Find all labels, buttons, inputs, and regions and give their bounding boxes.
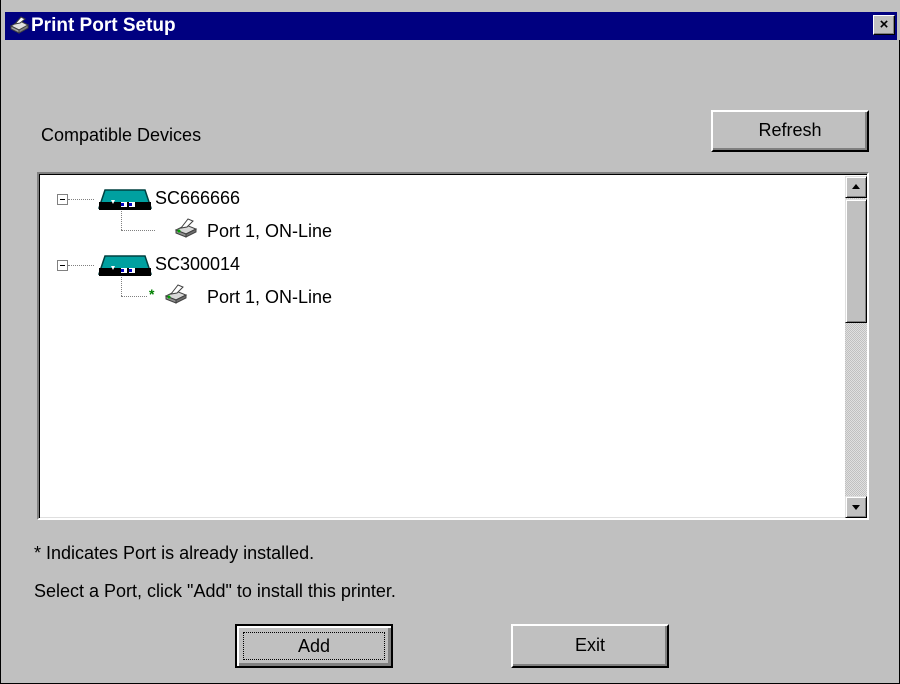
scroll-down-button[interactable] (845, 496, 867, 518)
device-name-2[interactable]: SC300014 (155, 253, 240, 275)
installed-note: * Indicates Port is already installed. (34, 543, 315, 563)
port-label-2[interactable]: Port 1, ON-Line (207, 286, 332, 308)
add-button[interactable]: Add (235, 624, 393, 668)
scroll-up-button[interactable] (845, 176, 867, 198)
tree-connector (121, 296, 147, 297)
device-tree[interactable]: SC666666 Port 1, ON-Line SC300014 * Port… (37, 172, 869, 520)
collapse-toggle-device-1[interactable] (57, 194, 68, 205)
close-icon: × (879, 16, 889, 33)
collapse-toggle-device-2[interactable] (57, 260, 68, 271)
print-server-icon[interactable] (95, 186, 155, 212)
refresh-button-label: Refresh (758, 120, 822, 140)
printer-icon (9, 16, 30, 34)
arrow-down-icon (852, 505, 860, 510)
printer-icon[interactable] (163, 282, 189, 306)
close-button[interactable]: × (873, 15, 895, 35)
tree-connector (68, 265, 94, 266)
print-port-setup-window: Print Port Setup × Compatible Devices Re… (0, 0, 900, 684)
instruction-text: Select a Port, click "Add" to install th… (34, 581, 396, 601)
tree-connector (68, 199, 94, 200)
installed-marker: * (149, 286, 155, 302)
focus-rectangle (243, 632, 385, 660)
tree-connector (121, 230, 155, 231)
exit-button-label: Exit (574, 635, 605, 655)
printer-icon[interactable] (173, 216, 199, 240)
compatible-devices-label: Compatible Devices (41, 125, 202, 145)
scrollbar-thumb[interactable] (845, 199, 867, 323)
device-name-1[interactable]: SC666666 (155, 187, 240, 209)
title-bar[interactable]: Print Port Setup × (1, 0, 900, 40)
refresh-button[interactable]: Refresh (711, 110, 869, 152)
arrow-up-icon (852, 184, 860, 189)
port-label-1[interactable]: Port 1, ON-Line (207, 220, 332, 242)
window-title: Print Port Setup (31, 15, 176, 36)
print-server-icon[interactable] (95, 252, 155, 278)
exit-button[interactable]: Exit (511, 624, 669, 668)
vertical-scrollbar[interactable] (845, 176, 867, 518)
